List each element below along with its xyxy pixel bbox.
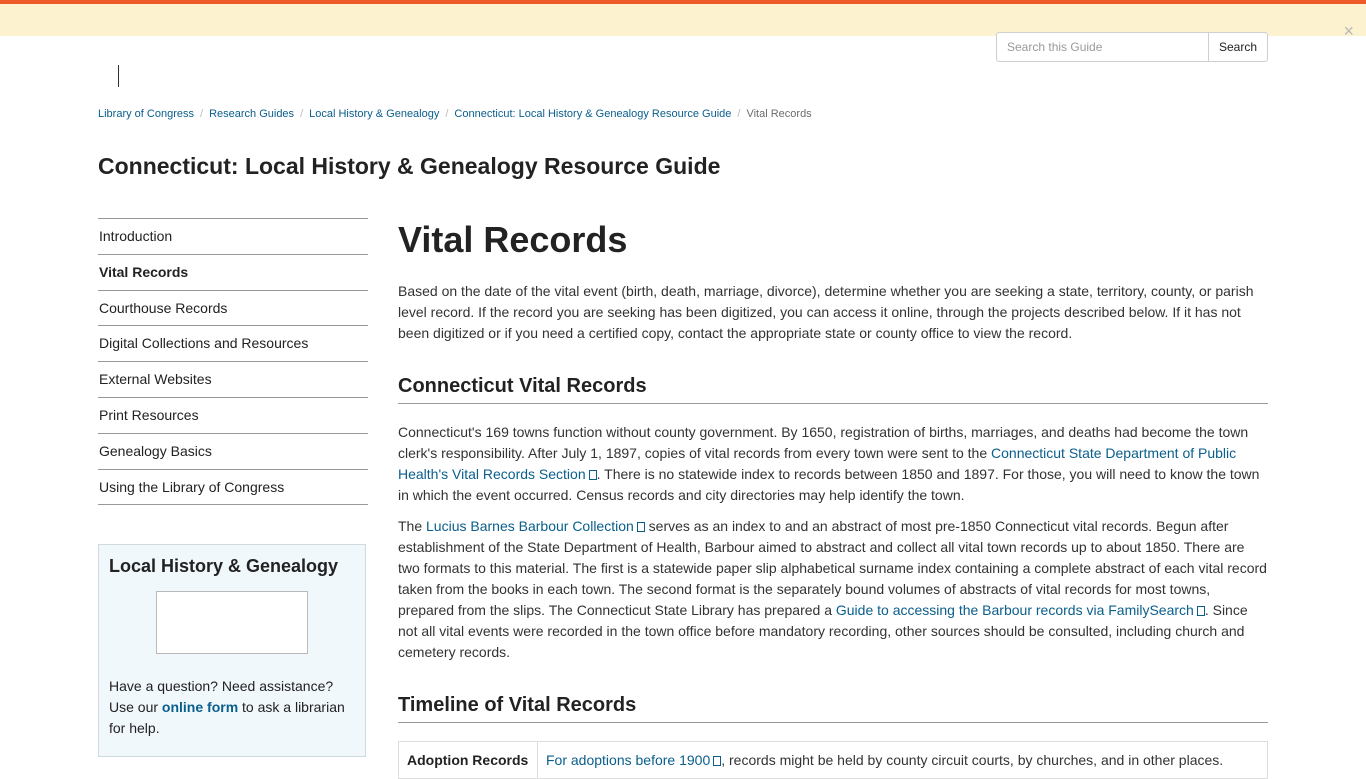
breadcrumb-local-history-genealogy[interactable]: Local History & Genealogy xyxy=(309,108,439,120)
table-row: Adoption Records For adoptions before 19… xyxy=(398,741,1268,779)
breadcrumb: Library of Congress / Research Guides / Loca… xyxy=(98,108,812,120)
broken-image-icon xyxy=(156,591,308,654)
external-link-icon xyxy=(588,470,597,480)
online-form-link[interactable]: online form xyxy=(162,699,238,715)
close-icon[interactable]: × xyxy=(1343,22,1354,40)
ct-vital-records-paragraph-1: Connecticut's 169 towns function without… xyxy=(398,424,1260,503)
help-box-title: Local History & Genealogy xyxy=(109,556,339,576)
intro-paragraph: Based on the date of the vital event (bi… xyxy=(398,283,1254,341)
external-link-icon xyxy=(1196,606,1205,616)
section-heading-timeline: Timeline of Vital Records xyxy=(398,692,1268,723)
adoptions-before-1900-link[interactable]: For adoptions before 1900 xyxy=(546,752,722,768)
timeline-row-value: For adoptions before 1900, records might… xyxy=(537,741,1268,779)
nav-item-print-resources[interactable]: Print Resources xyxy=(98,398,368,434)
guide-search: Search xyxy=(996,32,1268,62)
logo-divider xyxy=(118,65,119,87)
help-box-text: Have a question? Need assistance? Use ou… xyxy=(109,678,345,736)
nav-item-using-loc[interactable]: Using the Library of Congress xyxy=(98,470,368,506)
nav-item-external-websites[interactable]: External Websites xyxy=(98,362,368,398)
ct-vital-records-paragraph-2: The Lucius Barnes Barbour Collection ser… xyxy=(398,518,1267,660)
barbour-collection-link[interactable]: Lucius Barnes Barbour Collection xyxy=(426,518,645,534)
side-nav: Introduction Vital Records Courthouse Re… xyxy=(98,218,368,506)
help-box: Local History & Genealogy Have a questio… xyxy=(98,544,366,757)
nav-item-courthouse-records[interactable]: Courthouse Records xyxy=(98,291,368,327)
nav-item-vital-records[interactable]: Vital Records xyxy=(98,255,368,291)
main-content: Vital Records Based on the date of the v… xyxy=(398,218,1268,779)
breadcrumb-connecticut-guide[interactable]: Connecticut: Local History & Genealogy R… xyxy=(454,108,731,120)
nav-item-genealogy-basics[interactable]: Genealogy Basics xyxy=(98,434,368,470)
breadcrumb-current: Vital Records xyxy=(746,108,812,120)
page-title: Vital Records xyxy=(398,219,628,260)
external-link-icon xyxy=(636,522,645,532)
search-input[interactable] xyxy=(996,32,1208,62)
search-button[interactable]: Search xyxy=(1208,32,1268,62)
timeline-row-label: Adoption Records xyxy=(398,741,538,779)
barbour-familysearch-guide-link[interactable]: Guide to accessing the Barbour records v… xyxy=(836,602,1205,618)
nav-item-digital-collections[interactable]: Digital Collections and Resources xyxy=(98,326,368,363)
timeline-table: Adoption Records For adoptions before 19… xyxy=(398,741,1268,779)
guide-title: Connecticut: Local History & Genealogy R… xyxy=(98,153,721,179)
breadcrumb-research-guides[interactable]: Research Guides xyxy=(209,108,294,120)
breadcrumb-library-of-congress[interactable]: Library of Congress xyxy=(98,108,194,120)
section-heading-ct-vital-records: Connecticut Vital Records xyxy=(398,373,1268,404)
nav-item-introduction[interactable]: Introduction xyxy=(98,219,368,255)
